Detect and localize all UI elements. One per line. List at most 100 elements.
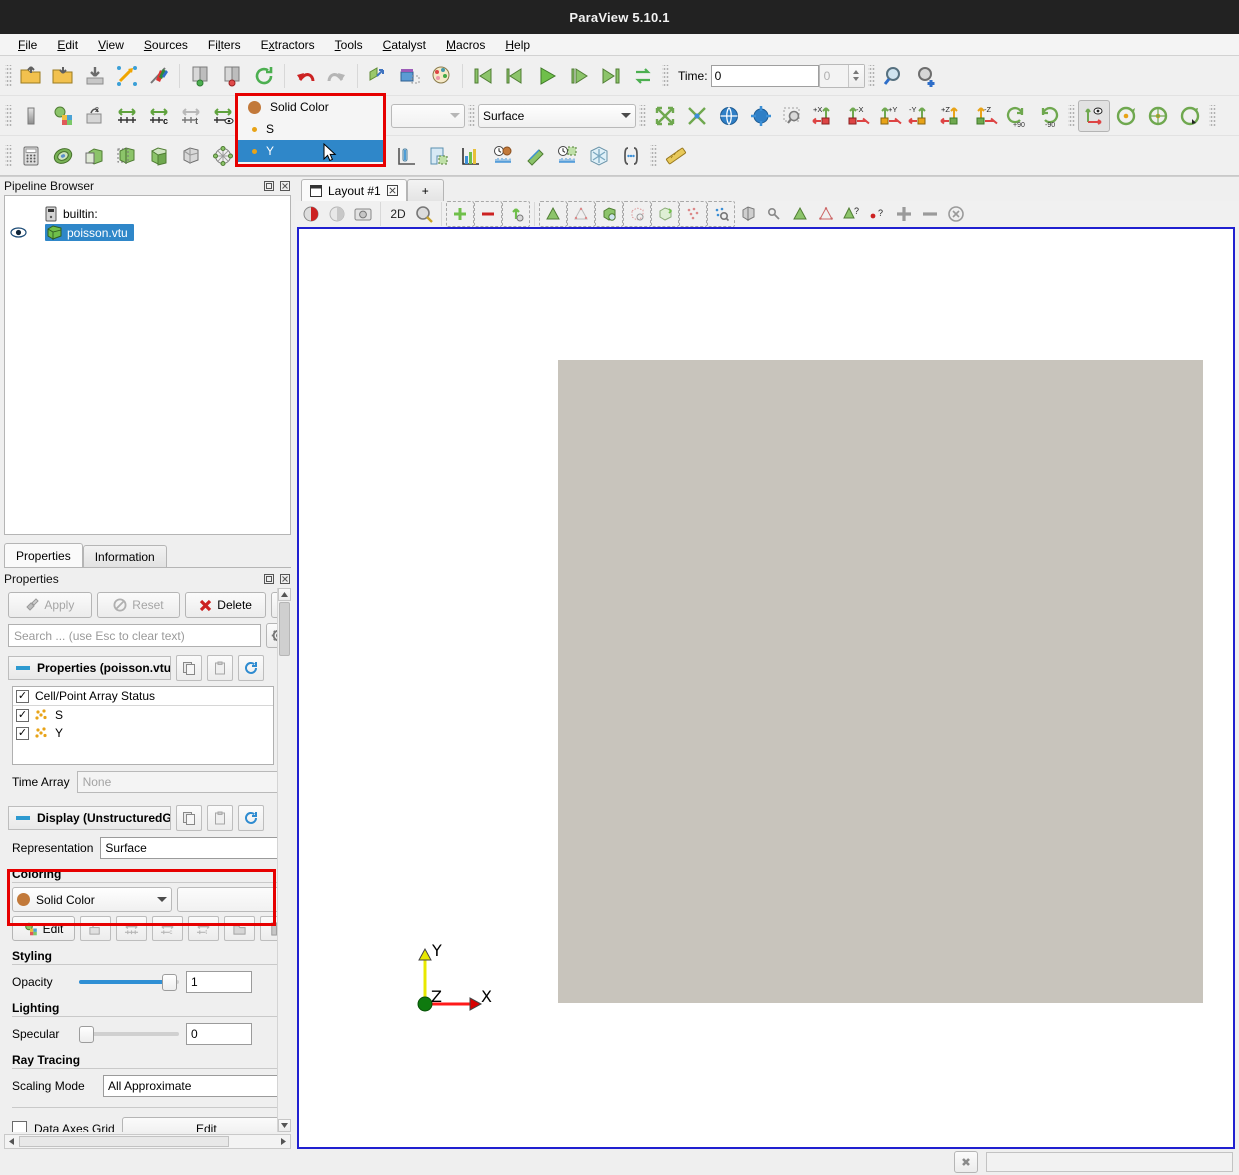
delete-button[interactable]: Delete — [185, 592, 266, 618]
slider-handle[interactable] — [162, 973, 177, 991]
array-checkbox[interactable]: ✓ — [16, 708, 29, 722]
toolbar-grip[interactable] — [867, 64, 875, 87]
add-selection-icon[interactable] — [446, 201, 474, 227]
add-camera-icon[interactable] — [910, 60, 942, 92]
split-horizontal-icon[interactable] — [298, 202, 324, 226]
rescale-over-time-icon[interactable]: t — [188, 916, 219, 941]
array-row-s[interactable]: ✓ S — [13, 706, 273, 724]
array-status-header[interactable]: ✓ Cell/Point Array Status — [13, 687, 273, 706]
toolbar-grip[interactable] — [639, 104, 646, 127]
copy-display-icon[interactable] — [176, 805, 202, 831]
menu-item-extractors[interactable]: Extractors — [251, 36, 325, 54]
abort-icon[interactable] — [954, 1151, 978, 1173]
remove-light-icon[interactable] — [917, 202, 943, 226]
close-icon[interactable] — [278, 573, 291, 586]
view-plus-y-icon[interactable]: +Y — [873, 100, 905, 132]
rescale-to-data-range-icon[interactable] — [111, 100, 143, 132]
cell-point-array-status-list[interactable]: ✓ Cell/Point Array Status ✓ S ✓ Y — [12, 686, 274, 765]
python-shell-icon[interactable] — [615, 140, 647, 172]
coloring-array-combo[interactable]: Solid Color — [12, 887, 172, 912]
pipeline-source-item[interactable]: poisson.vtu — [45, 224, 134, 241]
calculator-icon[interactable] — [15, 140, 47, 172]
menu-item-sources[interactable]: Sources — [134, 36, 198, 54]
view-plus-z-icon[interactable]: +Z — [937, 100, 969, 132]
pipeline-source-row[interactable]: poisson.vtu — [5, 223, 290, 242]
previous-frame-icon[interactable] — [499, 60, 531, 92]
toolbar-grip[interactable] — [1209, 104, 1216, 127]
apply-button[interactable]: Apply — [8, 592, 92, 618]
array-status-header-checkbox[interactable]: ✓ — [16, 689, 29, 703]
histogram-icon[interactable] — [455, 140, 487, 172]
properties-vertical-scrollbar[interactable] — [277, 588, 291, 1132]
save-state-icon[interactable] — [47, 60, 79, 92]
menu-item-macros[interactable]: Macros — [436, 36, 495, 54]
undock-icon[interactable] — [262, 180, 275, 193]
dropdown-item-s[interactable]: S — [238, 118, 383, 140]
close-icon[interactable] — [386, 185, 398, 196]
menu-item-help[interactable]: Help — [495, 36, 540, 54]
reset-camera-icon[interactable] — [713, 100, 745, 132]
restore-display-defaults-icon[interactable] — [238, 805, 264, 831]
choose-preset-icon[interactable] — [224, 916, 255, 941]
select-frustum-points-icon[interactable] — [679, 201, 707, 227]
menu-item-view[interactable]: View — [88, 36, 134, 54]
toolbar-grip[interactable] — [5, 144, 12, 167]
tab-information[interactable]: Information — [82, 545, 167, 567]
pipeline-browser-tree[interactable]: builtin: poisson.vtu — [4, 195, 291, 535]
spinner-arrows[interactable] — [847, 64, 864, 87]
edit-color-legend-icon[interactable]: 2 — [79, 100, 111, 132]
disconnect-icon[interactable] — [143, 60, 175, 92]
split-vertical-icon[interactable] — [324, 202, 350, 226]
visibility-eye-icon[interactable] — [5, 227, 31, 238]
toolbar-grip[interactable] — [5, 104, 12, 127]
zoom-closest-to-data-icon[interactable] — [681, 100, 713, 132]
restore-defaults-icon[interactable] — [238, 655, 264, 681]
interactive-select-icon[interactable] — [707, 201, 735, 227]
close-icon[interactable] — [278, 180, 291, 193]
plot-selection-icon[interactable] — [423, 140, 455, 172]
hover-points-help-icon[interactable]: ? — [865, 202, 891, 226]
show-center-axes-icon[interactable] — [1078, 99, 1110, 132]
open-file-icon[interactable] — [15, 60, 47, 92]
clip-icon[interactable] — [79, 140, 111, 172]
specular-slider[interactable] — [79, 1025, 179, 1043]
select-blocks-icon[interactable] — [735, 202, 761, 226]
undock-icon[interactable] — [262, 573, 275, 586]
color-map-editor-icon[interactable] — [394, 60, 426, 92]
rescale-custom-icon[interactable] — [47, 100, 79, 132]
hover-point-icon[interactable] — [761, 202, 787, 226]
slice-icon[interactable] — [111, 140, 143, 172]
menu-item-edit[interactable]: Edit — [47, 36, 88, 54]
pipeline-server-row[interactable]: builtin: — [5, 204, 290, 223]
source-group-header[interactable]: Properties (poisson.vtu — [8, 656, 171, 680]
view-minus-x-icon[interactable]: -X — [841, 100, 873, 132]
play-icon[interactable] — [531, 60, 563, 92]
select-cells-through-icon[interactable] — [595, 201, 623, 227]
auto-apply-icon[interactable] — [362, 60, 394, 92]
dropdown-item-y[interactable]: Y — [238, 140, 383, 162]
view-minus-z-icon[interactable]: -Z — [969, 100, 1001, 132]
threshold-icon[interactable] — [143, 140, 175, 172]
scalar-bar-icon[interactable] — [15, 100, 47, 132]
screenshot-icon[interactable] — [350, 202, 376, 226]
reset-center-icon[interactable] — [1110, 100, 1142, 132]
representation-value[interactable]: Surface — [100, 837, 286, 859]
rescale-to-data-range-icon[interactable] — [116, 916, 147, 941]
next-frame-icon[interactable] — [563, 60, 595, 92]
view-plus-x-icon[interactable]: +X — [809, 100, 841, 132]
plot-data-over-time-icon[interactable] — [519, 140, 551, 172]
slider-handle[interactable] — [79, 1025, 94, 1043]
add-light-icon[interactable] — [891, 202, 917, 226]
scroll-right-arrow[interactable] — [277, 1135, 290, 1148]
select-points-through-icon[interactable] — [623, 201, 651, 227]
properties-horizontal-scrollbar[interactable] — [4, 1134, 291, 1149]
time-array-value[interactable]: None — [76, 771, 279, 793]
reset-button[interactable]: Reset — [96, 592, 181, 618]
representation-combo[interactable]: Surface — [478, 103, 636, 128]
load-state-icon[interactable] — [79, 60, 111, 92]
rotate-minus-90-icon[interactable]: -90 — [1033, 100, 1065, 132]
scrollbar-thumb[interactable] — [19, 1136, 229, 1147]
scroll-left-arrow[interactable] — [5, 1135, 18, 1148]
plot-over-line-icon[interactable] — [391, 140, 423, 172]
tab-properties[interactable]: Properties — [4, 543, 83, 567]
